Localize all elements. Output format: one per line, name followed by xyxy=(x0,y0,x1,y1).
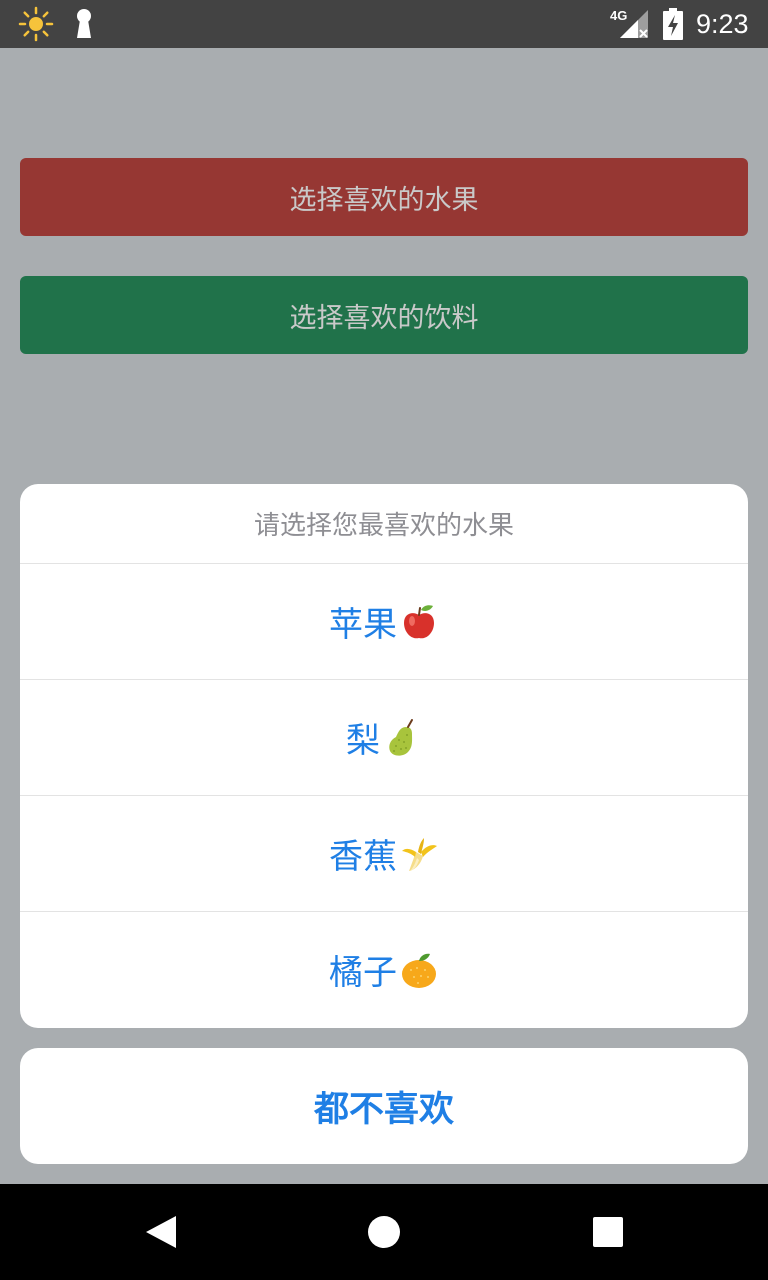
option-pear[interactable]: 梨 xyxy=(20,680,748,796)
option-label: 橘子 xyxy=(329,953,397,993)
banana-icon xyxy=(402,837,437,871)
back-icon[interactable] xyxy=(144,1214,178,1250)
apple-icon xyxy=(404,604,434,638)
clock: 9:23 xyxy=(696,9,749,39)
action-sheet-title: 请选择您最喜欢的水果 xyxy=(20,484,748,564)
option-label: 香蕉 xyxy=(329,837,397,877)
option-banana[interactable]: 香蕉 xyxy=(20,796,748,912)
signal-icon xyxy=(620,10,648,38)
app-screen: 4G 9:23 选择喜欢的水果 选择喜欢的饮料 请选择您最喜欢的水果 苹果 梨 … xyxy=(0,0,768,1280)
choose-fruit-button[interactable]: 选择喜欢的水果 xyxy=(20,158,748,236)
option-label: 梨 xyxy=(346,721,380,761)
dislike-all-label: 都不喜欢 xyxy=(313,1089,454,1130)
recent-apps-icon[interactable] xyxy=(592,1216,624,1248)
tangerine-icon xyxy=(402,953,436,988)
battery-charging-icon xyxy=(663,8,683,40)
choose-drink-label: 选择喜欢的饮料 xyxy=(289,302,479,334)
choose-drink-button[interactable]: 选择喜欢的饮料 xyxy=(20,276,748,354)
action-sheet: 请选择您最喜欢的水果 苹果 梨 香蕉 橘子 xyxy=(20,484,748,1028)
option-tangerine[interactable]: 橘子 xyxy=(20,912,748,1027)
option-label: 苹果 xyxy=(329,605,397,645)
pear-icon xyxy=(389,718,413,756)
dislike-all-button[interactable]: 都不喜欢 xyxy=(20,1048,748,1164)
home-icon[interactable] xyxy=(366,1214,402,1250)
brightness-icon xyxy=(18,6,54,42)
status-bar: 4G 9:23 xyxy=(0,0,768,48)
keyhole-icon xyxy=(77,9,91,38)
choose-fruit-label: 选择喜欢的水果 xyxy=(289,184,479,216)
option-apple[interactable]: 苹果 xyxy=(20,564,748,680)
